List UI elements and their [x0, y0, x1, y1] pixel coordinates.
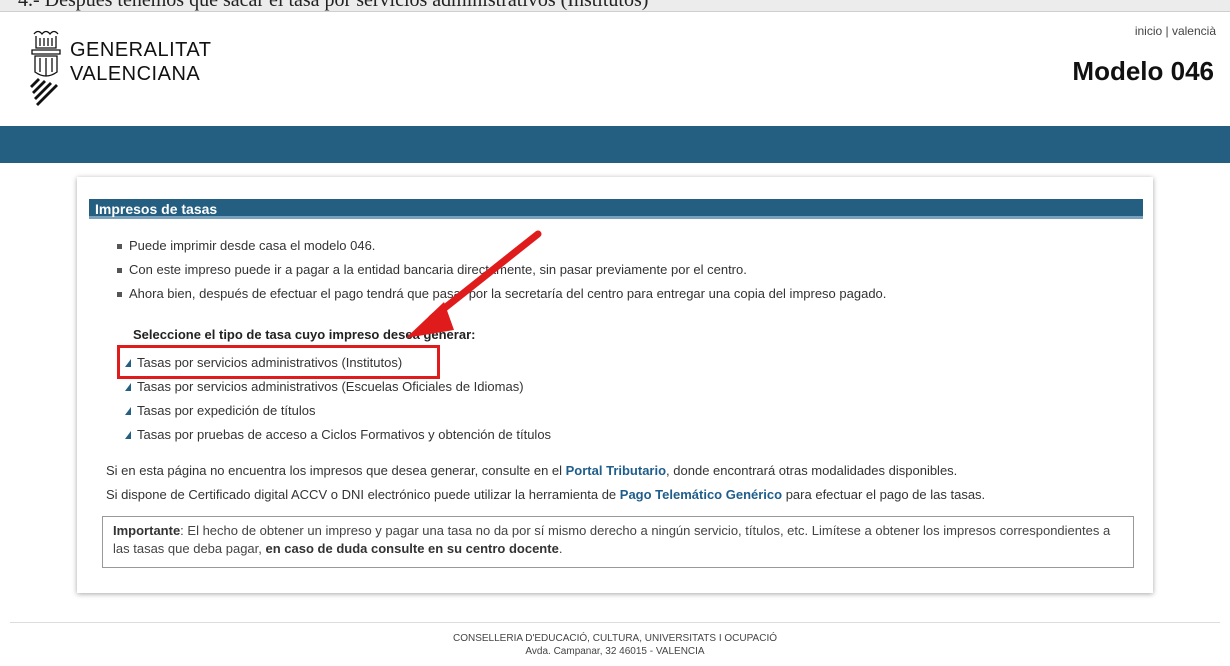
generalitat-logo-icon[interactable] [26, 28, 66, 106]
page-title: Modelo 046 [1072, 56, 1214, 86]
site-header: GENERALITAT VALENCIANA inicio | valencià… [0, 12, 1230, 126]
portal-tributario-link[interactable]: Portal Tributario [566, 463, 666, 478]
option-label: Tasas por expedición de títulos [137, 403, 316, 418]
content-card: Impresos de tasas Puede imprimir desde c… [77, 177, 1153, 593]
option-label: Tasas por servicios administrativos (Esc… [137, 379, 524, 394]
card-title: Impresos de tasas [95, 201, 218, 217]
card-header: Impresos de tasas [89, 199, 1143, 219]
site-footer: CONSELLERIA D'EDUCACIÓ, CULTURA, UNIVERS… [10, 622, 1220, 666]
info-bullets: Puede imprimir desde casa el modelo 046.… [117, 234, 886, 306]
inicio-link[interactable]: inicio [1135, 24, 1162, 38]
header-band [0, 126, 1230, 163]
notice-label: Importante [113, 523, 181, 538]
footer-line-1: CONSELLERIA D'EDUCACIÓ, CULTURA, UNIVERS… [453, 633, 777, 644]
info-text: Si dispone de Certificado digital ACCV o… [106, 487, 620, 502]
notice-bold-text: en caso de duda consulte en su centro do… [265, 541, 559, 556]
list-item: Puede imprimir desde casa el modelo 046. [117, 234, 886, 258]
top-links: inicio | valencià [1135, 24, 1216, 38]
info-text: para efectuar el pago de las tasas. [782, 487, 986, 502]
logo-line-1: GENERALITAT [70, 39, 212, 61]
option-pruebas-acceso-link[interactable]: Tasas por pruebas de acceso a Ciclos For… [125, 423, 551, 447]
triangle-icon [125, 383, 131, 391]
triangle-icon [125, 407, 131, 415]
list-item: Ahora bien, después de efectuar el pago … [117, 282, 886, 306]
footer-line-2: Avda. Campanar, 32 46015 - VALENCIA [525, 646, 705, 657]
triangle-icon [125, 431, 131, 439]
info-text: , donde encontrará otras modalidades dis… [666, 463, 958, 478]
select-heading: Seleccione el tipo de tasa cuyo impreso … [133, 327, 476, 342]
notice-text: : El hecho de obtener un impreso y pagar… [113, 523, 1111, 556]
annotation-highlight-box [117, 345, 440, 379]
notice-end: . [558, 541, 563, 556]
pago-telematico-paragraph: Si dispone de Certificado digital ACCV o… [106, 483, 985, 507]
document-caption: 4.- Después tenemos que sacar el tasa po… [18, 0, 649, 11]
option-expedicion-titulos-link[interactable]: Tasas por expedición de títulos [125, 399, 551, 423]
document-top-strip: 4.- Después tenemos que sacar el tasa po… [0, 0, 1230, 12]
info-paragraphs: Si en esta página no encuentra los impre… [106, 459, 985, 507]
info-text: Si en esta página no encuentra los impre… [106, 463, 566, 478]
valencia-link[interactable]: valencià [1172, 24, 1216, 38]
list-item: Con este impreso puede ir a pagar a la e… [117, 258, 886, 282]
option-label: Tasas por pruebas de acceso a Ciclos For… [137, 427, 552, 442]
important-notice: Importante: El hecho de obtener un impre… [102, 516, 1134, 568]
logo-line-2: VALENCIANA [70, 63, 201, 85]
portal-tributario-paragraph: Si en esta página no encuentra los impre… [106, 459, 985, 483]
logo-wordmark: GENERALITAT VALENCIANA [70, 38, 211, 86]
pago-telematico-link[interactable]: Pago Telemático Genérico [620, 487, 782, 502]
link-separator: | [1162, 24, 1172, 38]
